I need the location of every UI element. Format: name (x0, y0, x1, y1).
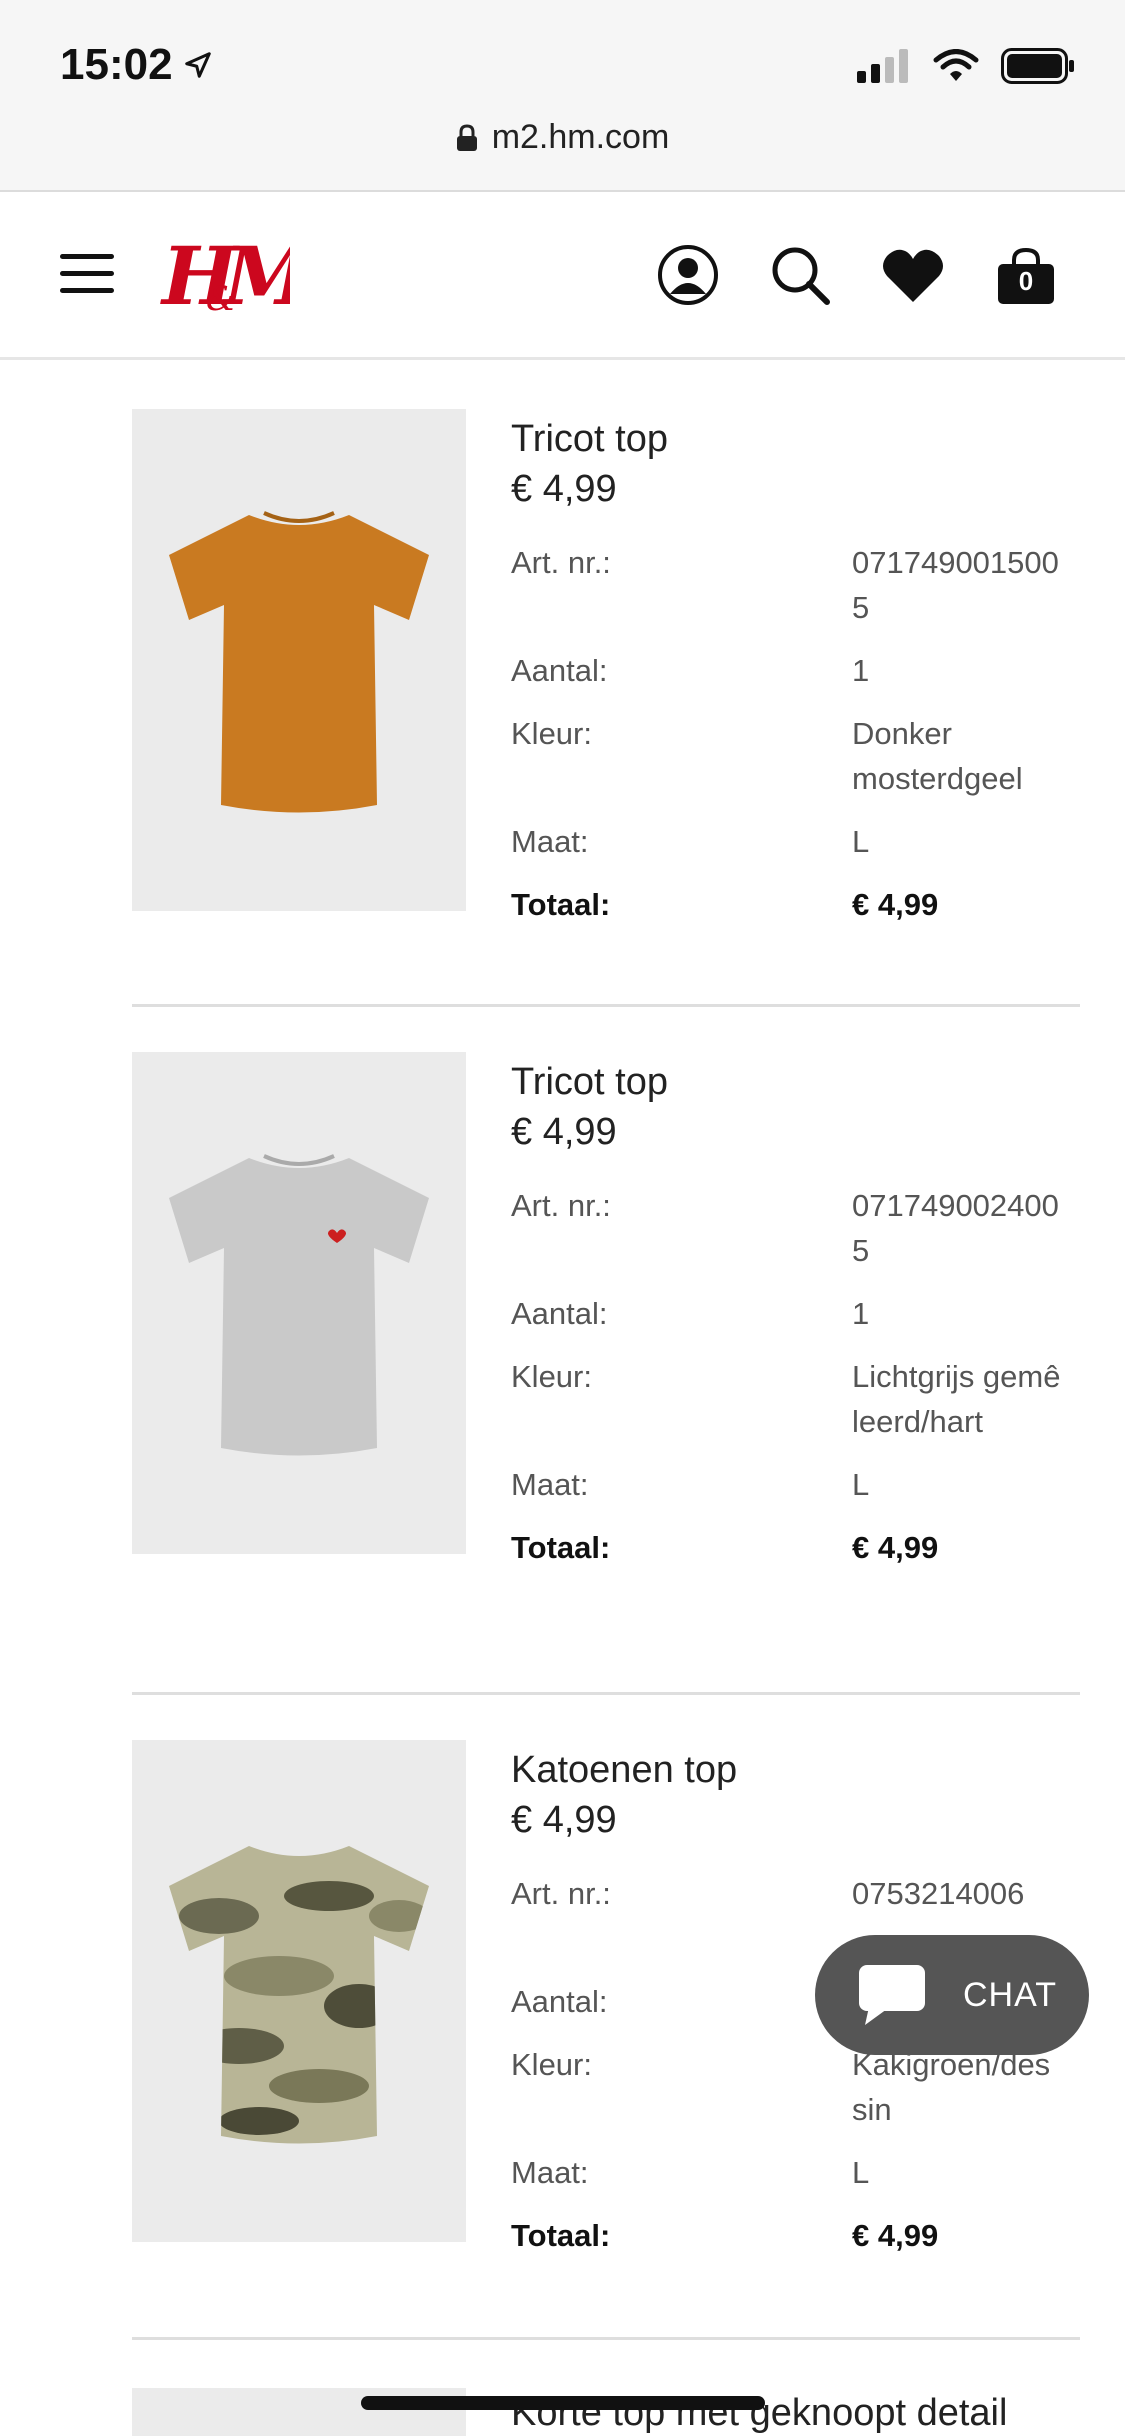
detail-label: Kleur: (511, 2047, 592, 2082)
tshirt-icon (169, 511, 429, 813)
tshirt-icon (169, 1154, 429, 1456)
detail-label: Totaal: (511, 1530, 611, 1565)
detail-label: Totaal: (511, 2218, 611, 2253)
signal-icon (857, 49, 908, 83)
chat-bubble-icon (859, 1965, 925, 2025)
detail-value: L (852, 824, 870, 859)
status-icons (857, 48, 1075, 84)
detail-value: Lichtgrijs gemêleerd/hart (852, 1359, 1061, 1439)
product-image[interactable] (132, 1052, 466, 1554)
lock-icon (456, 123, 477, 151)
heart-icon[interactable] (881, 246, 945, 304)
site-header: H & M 0 (0, 194, 1125, 360)
product-title[interactable]: Tricot top (511, 1057, 1071, 1107)
product-price: € 4,99 (511, 1799, 617, 1841)
detail-label: Maat: (511, 824, 589, 859)
detail-row-size: Maat: L (511, 2150, 1071, 2195)
search-icon[interactable] (769, 244, 831, 306)
detail-row-qty: Aantal: 1 (511, 1291, 1071, 1336)
detail-value: € 4,99 (852, 887, 939, 922)
detail-label: Aantal: (511, 1984, 608, 2019)
detail-value: Kakigroen/dessin (852, 2047, 1051, 2127)
home-indicator[interactable] (361, 2396, 765, 2410)
product-image[interactable] (132, 409, 466, 911)
detail-value: 0753214006 (852, 1876, 1025, 1911)
detail-row-art: Art. nr.: 0717490024005 (511, 1183, 1071, 1273)
detail-row-size: Maat: L (511, 1462, 1071, 1507)
location-arrow-icon (184, 52, 211, 78)
product-image[interactable] (132, 1740, 466, 2242)
hm-logo[interactable]: H & M (160, 228, 315, 325)
detail-row-art: Art. nr.: 0717490015005 (511, 540, 1071, 630)
menu-icon[interactable] (60, 254, 114, 294)
product-title[interactable]: Tricot top (511, 414, 1071, 464)
product-title[interactable]: Katoenen top (511, 1745, 1071, 1795)
cart-count: 0 (1018, 266, 1034, 296)
detail-row-size: Maat: L (511, 819, 1071, 864)
browser-top-bar: 15:02 m2.hm.com (0, 0, 1125, 192)
detail-label: Totaal: (511, 887, 611, 922)
status-time-text: 15:02 (60, 40, 173, 89)
detail-value: 1 (852, 1296, 870, 1331)
product-info: Tricot top € 4,99 Art. nr.: 0717490024005… (511, 1057, 1071, 1588)
detail-value: L (852, 2155, 870, 2190)
detail-value: 0717490024005 (852, 1188, 1059, 1268)
chat-label: CHAT (963, 1975, 1058, 2014)
url-text: m2.hm.com (491, 118, 670, 156)
detail-label: Art. nr.: (511, 545, 611, 580)
product-price: € 4,99 (511, 1111, 617, 1153)
detail-row-art: Art. nr.: 0753214006 (511, 1871, 1071, 1916)
chat-button[interactable]: CHAT (815, 1935, 1089, 2055)
battery-icon (1001, 48, 1074, 84)
detail-value: € 4,99 (852, 2218, 939, 2253)
detail-row-color: Kleur: Lichtgrijs gemêleerd/hart (511, 1354, 1071, 1444)
detail-label: Kleur: (511, 716, 592, 751)
detail-label: Maat: (511, 1467, 589, 1502)
cart-icon[interactable]: 0 (995, 244, 1057, 306)
detail-label: Art. nr.: (511, 1188, 611, 1223)
detail-row-color: Kleur: Kakigroen/dessin (511, 2042, 1071, 2132)
cart-item: Tricot top € 4,99 Art. nr.: 0717490015005… (132, 364, 1080, 1007)
status-time: 15:02 (60, 40, 213, 90)
hm-logo-graphic: H & M (160, 229, 315, 323)
url-bar[interactable]: m2.hm.com (0, 118, 1125, 157)
detail-row-total: Totaal: € 4,99 (511, 2213, 1071, 2258)
detail-label: Kleur: (511, 1359, 592, 1394)
detail-row-color: Kleur: Donker mosterdgeel (511, 711, 1071, 801)
header-icons: 0 (657, 244, 1057, 306)
product-price: € 4,99 (511, 468, 617, 510)
detail-value: L (852, 1467, 870, 1502)
svg-text:M: M (221, 229, 290, 320)
detail-label: Aantal: (511, 653, 608, 688)
product-info: Tricot top € 4,99 Art. nr.: 0717490015005… (511, 414, 1071, 945)
detail-label: Maat: (511, 2155, 589, 2190)
detail-label: Aantal: (511, 1296, 608, 1331)
detail-label: Art. nr.: (511, 1876, 611, 1911)
cart-item: Tricot top € 4,99 Art. nr.: 0717490024005… (132, 1007, 1080, 1695)
detail-row-total: Totaal: € 4,99 (511, 1525, 1071, 1570)
account-icon[interactable] (657, 244, 719, 306)
detail-row-qty: Aantal: 1 (511, 648, 1071, 693)
detail-value: € 4,99 (852, 1530, 939, 1565)
tshirt-icon (169, 1846, 429, 2144)
detail-value: Donker mosterdgeel (852, 716, 1023, 796)
detail-value: 0717490015005 (852, 545, 1059, 625)
detail-row-total: Totaal: € 4,99 (511, 882, 1071, 927)
detail-value: 1 (852, 653, 870, 688)
wifi-icon (933, 49, 979, 81)
